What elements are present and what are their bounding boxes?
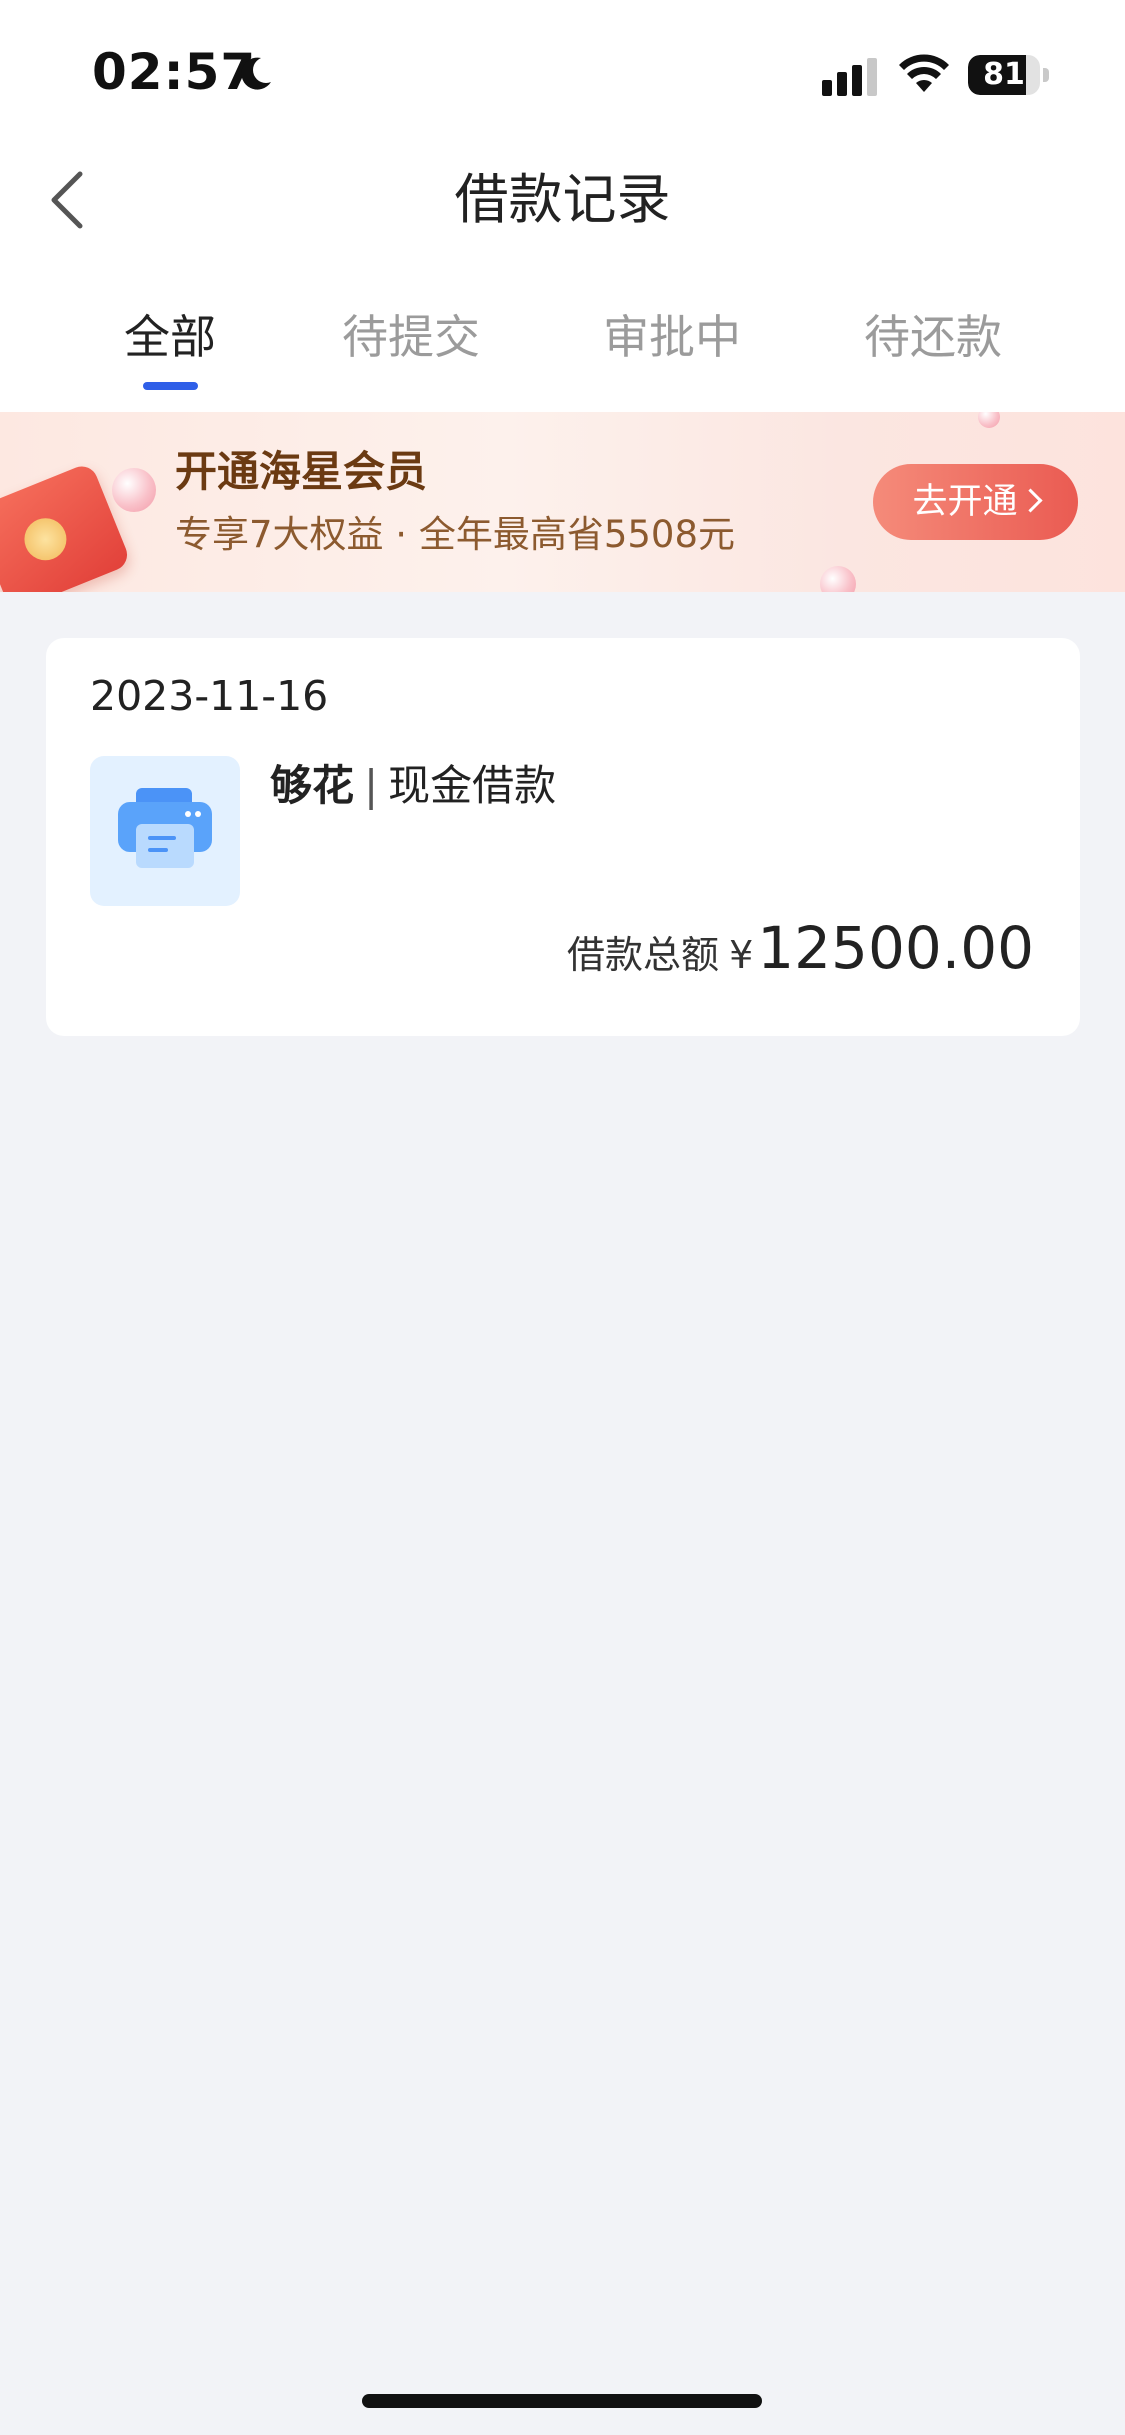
product-separator: |	[364, 761, 379, 810]
status-time: 02:57	[92, 43, 257, 101]
battery-indicator: 81	[968, 55, 1050, 95]
decorative-bubble	[978, 412, 1000, 428]
decorative-bubble	[112, 468, 156, 512]
decorative-bubble	[820, 566, 856, 592]
envelope-seal	[18, 511, 73, 567]
record-date: 2023-11-16	[90, 672, 329, 720]
moon-icon	[241, 57, 271, 90]
tab-pending-submit[interactable]: 待提交	[326, 302, 496, 372]
chevron-right-icon	[1017, 488, 1043, 513]
home-indicator	[362, 2394, 762, 2408]
tab-all[interactable]: 全部	[85, 302, 255, 372]
battery-text: 81	[983, 57, 1025, 92]
battery-tip	[1043, 68, 1049, 82]
amount-label: 借款总额	[567, 933, 720, 977]
signal-icon	[822, 58, 877, 96]
loan-record-card[interactable]: 2023-11-16 够花 | 现金借款 借款总额 ¥12500.00	[46, 638, 1080, 1036]
product-name: 够花 | 现金借款	[270, 756, 556, 816]
promo-title: 开通海星会员	[175, 447, 428, 496]
activate-button-label: 去开通	[912, 482, 1018, 522]
tab-pending-repayment[interactable]: 待还款	[848, 302, 1018, 372]
amount-currency: ¥	[729, 933, 754, 977]
product-icon-box	[90, 756, 240, 906]
battery-body: 81	[968, 55, 1040, 95]
tab-under-review[interactable]: 审批中	[587, 302, 757, 372]
loan-amount-row: 借款总额 ¥12500.00	[567, 914, 1034, 994]
wifi-icon	[899, 54, 949, 92]
active-tab-indicator	[143, 382, 198, 390]
activate-membership-button[interactable]: 去开通	[873, 464, 1078, 540]
page-title: 借款记录	[454, 168, 671, 231]
red-envelope-icon	[0, 461, 132, 592]
printer-icon	[118, 788, 212, 868]
membership-promo-banner[interactable]: 开通海星会员 专享7大权益 · 全年最高省5508元 去开通	[0, 412, 1125, 592]
promo-subtitle: 专享7大权益 · 全年最高省5508元	[175, 513, 735, 556]
product-brand: 够花	[270, 761, 355, 810]
product-type: 现金借款	[388, 761, 557, 810]
amount-value: 12500.00	[757, 914, 1034, 982]
